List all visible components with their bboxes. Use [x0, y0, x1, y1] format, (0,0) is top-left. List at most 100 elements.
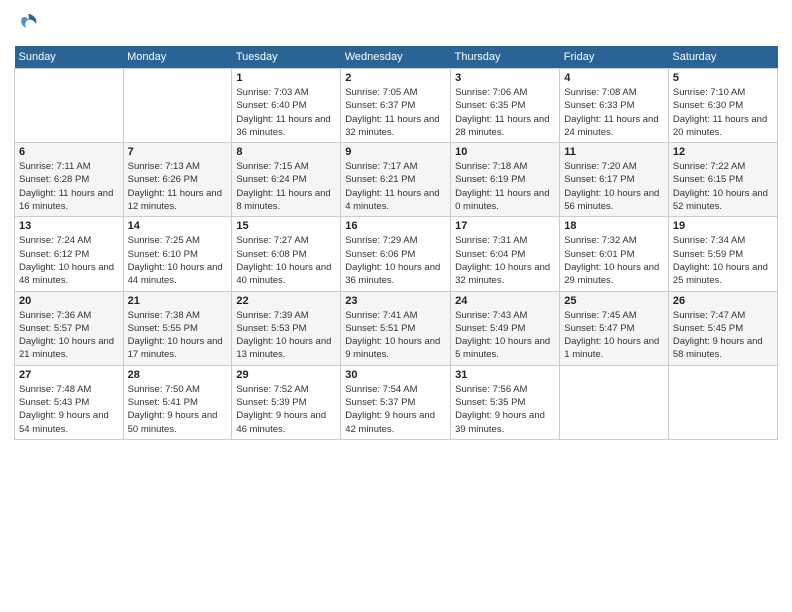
day-info: Sunrise: 7:54 AMSunset: 5:37 PMDaylight:… — [345, 383, 446, 436]
day-info: Sunrise: 7:38 AMSunset: 5:55 PMDaylight:… — [128, 309, 228, 362]
day-number: 2 — [345, 72, 446, 84]
day-number: 23 — [345, 295, 446, 307]
day-info: Sunrise: 7:45 AMSunset: 5:47 PMDaylight:… — [564, 309, 664, 362]
day-number: 14 — [128, 220, 228, 232]
header — [14, 10, 778, 38]
day-info: Sunrise: 7:11 AMSunset: 6:28 PMDaylight:… — [19, 160, 119, 213]
calendar-cell — [15, 69, 124, 143]
day-number: 1 — [236, 72, 336, 84]
calendar-cell: 3 Sunrise: 7:06 AMSunset: 6:35 PMDaylight… — [451, 69, 560, 143]
day-header-thursday: Thursday — [451, 46, 560, 69]
day-header-wednesday: Wednesday — [341, 46, 451, 69]
day-header-friday: Friday — [560, 46, 669, 69]
calendar-cell: 19 Sunrise: 7:34 AMSunset: 5:59 PMDayligh… — [668, 217, 777, 291]
day-info: Sunrise: 7:56 AMSunset: 5:35 PMDaylight:… — [455, 383, 555, 436]
day-header-saturday: Saturday — [668, 46, 777, 69]
day-info: Sunrise: 7:20 AMSunset: 6:17 PMDaylight:… — [564, 160, 664, 213]
calendar-cell: 26Sunrise: 7:47 AMSunset: 5:45 PMDayligh… — [668, 291, 777, 365]
day-number: 20 — [19, 295, 119, 307]
day-number: 11 — [564, 146, 664, 158]
calendar-cell: 23 Sunrise: 7:41 AMSunset: 5:51 PMDayligh… — [341, 291, 451, 365]
calendar-cell — [668, 365, 777, 439]
day-info: Sunrise: 7:25 AMSunset: 6:10 PMDaylight:… — [128, 234, 228, 287]
calendar-cell: 20 Sunrise: 7:36 AMSunset: 5:57 PMDayligh… — [15, 291, 124, 365]
day-info: Sunrise: 7:15 AMSunset: 6:24 PMDaylight:… — [236, 160, 336, 213]
calendar-cell: 24 Sunrise: 7:43 AMSunset: 5:49 PMDayligh… — [451, 291, 560, 365]
day-info: Sunrise: 7:50 AMSunset: 5:41 PMDaylight:… — [128, 383, 228, 436]
day-number: 27 — [19, 369, 119, 381]
day-number: 18 — [564, 220, 664, 232]
day-info: Sunrise: 7:34 AMSunset: 5:59 PMDaylight:… — [673, 234, 773, 287]
logo — [14, 10, 46, 38]
day-number: 4 — [564, 72, 664, 84]
day-number: 9 — [345, 146, 446, 158]
calendar-cell: 31Sunrise: 7:56 AMSunset: 5:35 PMDayligh… — [451, 365, 560, 439]
day-number: 19 — [673, 220, 773, 232]
day-info: Sunrise: 7:41 AMSunset: 5:51 PMDaylight:… — [345, 309, 446, 362]
day-info: Sunrise: 7:10 AMSunset: 6:30 PMDaylight:… — [673, 86, 773, 139]
day-info: Sunrise: 7:48 AMSunset: 5:43 PMDaylight:… — [19, 383, 119, 436]
day-number: 6 — [19, 146, 119, 158]
day-number: 16 — [345, 220, 446, 232]
calendar-cell: 29 Sunrise: 7:52 AMSunset: 5:39 PMDayligh… — [232, 365, 341, 439]
calendar-cell: 5 Sunrise: 7:10 AMSunset: 6:30 PMDaylight… — [668, 69, 777, 143]
day-header-tuesday: Tuesday — [232, 46, 341, 69]
day-number: 24 — [455, 295, 555, 307]
day-info: Sunrise: 7:06 AMSunset: 6:35 PMDaylight:… — [455, 86, 555, 139]
calendar: SundayMondayTuesdayWednesdayThursdayFrid… — [14, 46, 778, 440]
day-number: 25 — [564, 295, 664, 307]
calendar-cell: 11 Sunrise: 7:20 AMSunset: 6:17 PMDayligh… — [560, 143, 669, 217]
calendar-cell: 6 Sunrise: 7:11 AMSunset: 6:28 PMDaylight… — [15, 143, 124, 217]
calendar-cell: 25 Sunrise: 7:45 AMSunset: 5:47 PMDayligh… — [560, 291, 669, 365]
day-number: 5 — [673, 72, 773, 84]
day-info: Sunrise: 7:47 AMSunset: 5:45 PMDaylight:… — [673, 309, 773, 362]
day-info: Sunrise: 7:29 AMSunset: 6:06 PMDaylight:… — [345, 234, 446, 287]
calendar-cell: 28 Sunrise: 7:50 AMSunset: 5:41 PMDayligh… — [123, 365, 232, 439]
day-number: 7 — [128, 146, 228, 158]
week-row-4: 20 Sunrise: 7:36 AMSunset: 5:57 PMDayligh… — [15, 291, 778, 365]
calendar-cell: 13 Sunrise: 7:24 AMSunset: 6:12 PMDayligh… — [15, 217, 124, 291]
calendar-cell: 21 Sunrise: 7:38 AMSunset: 5:55 PMDayligh… — [123, 291, 232, 365]
day-number: 8 — [236, 146, 336, 158]
day-number: 28 — [128, 369, 228, 381]
day-number: 17 — [455, 220, 555, 232]
day-header-monday: Monday — [123, 46, 232, 69]
calendar-cell: 8 Sunrise: 7:15 AMSunset: 6:24 PMDaylight… — [232, 143, 341, 217]
day-info: Sunrise: 7:31 AMSunset: 6:04 PMDaylight:… — [455, 234, 555, 287]
logo-icon — [14, 10, 42, 38]
calendar-cell: 2 Sunrise: 7:05 AMSunset: 6:37 PMDaylight… — [341, 69, 451, 143]
day-number: 15 — [236, 220, 336, 232]
week-row-2: 6 Sunrise: 7:11 AMSunset: 6:28 PMDaylight… — [15, 143, 778, 217]
day-number: 13 — [19, 220, 119, 232]
day-info: Sunrise: 7:22 AMSunset: 6:15 PMDaylight:… — [673, 160, 773, 213]
calendar-cell — [560, 365, 669, 439]
week-row-5: 27 Sunrise: 7:48 AMSunset: 5:43 PMDayligh… — [15, 365, 778, 439]
day-info: Sunrise: 7:05 AMSunset: 6:37 PMDaylight:… — [345, 86, 446, 139]
day-number: 21 — [128, 295, 228, 307]
day-info: Sunrise: 7:39 AMSunset: 5:53 PMDaylight:… — [236, 309, 336, 362]
calendar-cell: 16 Sunrise: 7:29 AMSunset: 6:06 PMDayligh… — [341, 217, 451, 291]
day-info: Sunrise: 7:24 AMSunset: 6:12 PMDaylight:… — [19, 234, 119, 287]
page: SundayMondayTuesdayWednesdayThursdayFrid… — [0, 0, 792, 612]
calendar-cell: 10 Sunrise: 7:18 AMSunset: 6:19 PMDayligh… — [451, 143, 560, 217]
week-row-3: 13 Sunrise: 7:24 AMSunset: 6:12 PMDayligh… — [15, 217, 778, 291]
day-number: 29 — [236, 369, 336, 381]
calendar-cell: 12 Sunrise: 7:22 AMSunset: 6:15 PMDayligh… — [668, 143, 777, 217]
day-info: Sunrise: 7:08 AMSunset: 6:33 PMDaylight:… — [564, 86, 664, 139]
day-number: 30 — [345, 369, 446, 381]
day-info: Sunrise: 7:52 AMSunset: 5:39 PMDaylight:… — [236, 383, 336, 436]
day-header-sunday: Sunday — [15, 46, 124, 69]
day-info: Sunrise: 7:36 AMSunset: 5:57 PMDaylight:… — [19, 309, 119, 362]
day-number: 3 — [455, 72, 555, 84]
calendar-cell: 17 Sunrise: 7:31 AMSunset: 6:04 PMDayligh… — [451, 217, 560, 291]
day-info: Sunrise: 7:43 AMSunset: 5:49 PMDaylight:… — [455, 309, 555, 362]
calendar-cell: 1Sunrise: 7:03 AMSunset: 6:40 PMDaylight… — [232, 69, 341, 143]
day-info: Sunrise: 7:18 AMSunset: 6:19 PMDaylight:… — [455, 160, 555, 213]
day-info: Sunrise: 7:13 AMSunset: 6:26 PMDaylight:… — [128, 160, 228, 213]
day-number: 12 — [673, 146, 773, 158]
day-info: Sunrise: 7:17 AMSunset: 6:21 PMDaylight:… — [345, 160, 446, 213]
day-number: 22 — [236, 295, 336, 307]
calendar-cell: 15Sunrise: 7:27 AMSunset: 6:08 PMDayligh… — [232, 217, 341, 291]
calendar-cell: 14 Sunrise: 7:25 AMSunset: 6:10 PMDayligh… — [123, 217, 232, 291]
day-number: 10 — [455, 146, 555, 158]
